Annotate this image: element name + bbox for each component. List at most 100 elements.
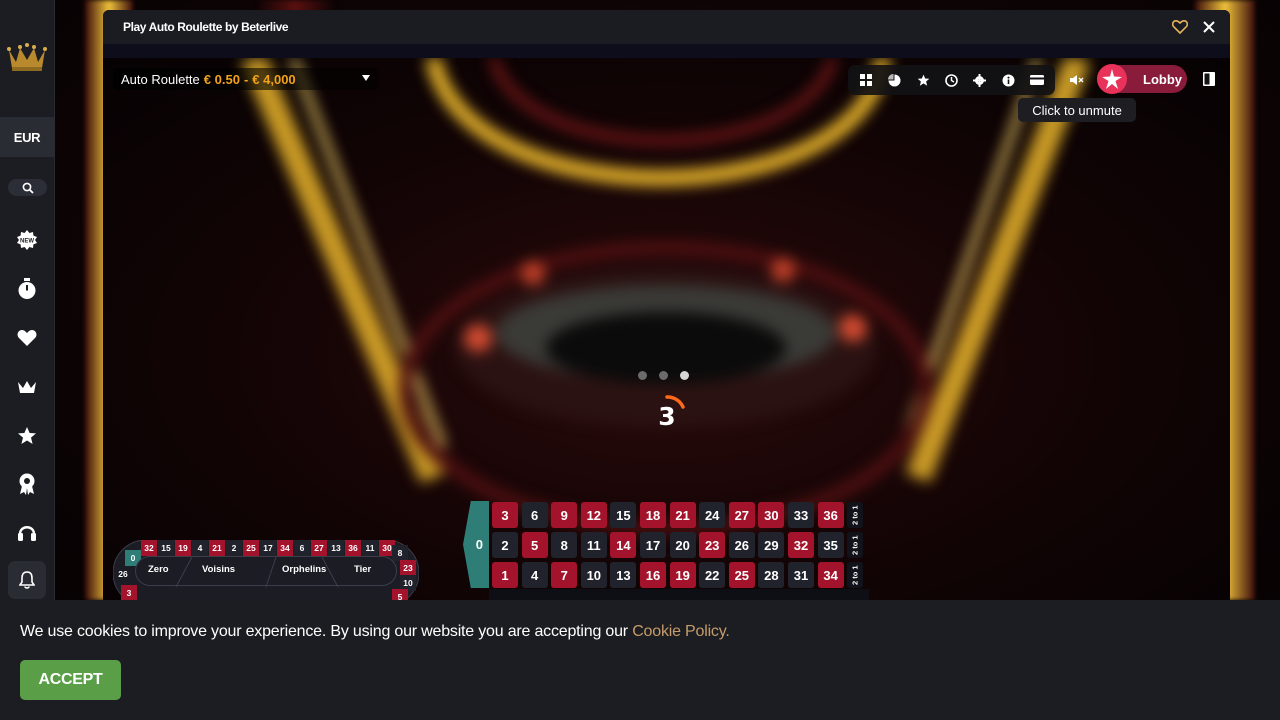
game-window: Play Auto Roulette by Beterlive Auto Rou…	[103, 10, 1230, 600]
racetrack-number[interactable]: 36	[345, 540, 361, 556]
betting-grid: 0 3 6 9 12 15 18 21 24 27 30 33 36 2 to 1 2 5 8 11 14 17 20…	[463, 499, 871, 600]
exit-game-button[interactable]	[1198, 68, 1220, 90]
number-cell[interactable]: 20	[669, 532, 696, 558]
number-cell[interactable]: 7	[551, 562, 578, 588]
racetrack-number[interactable]: 19	[175, 540, 191, 556]
number-cell[interactable]: 22	[699, 562, 726, 588]
number-cell[interactable]: 35	[817, 532, 844, 558]
game-stage: Auto Roulette € 0.50 - € 4,000 Lobby Cli…	[103, 58, 1230, 600]
number-cell[interactable]: 4	[521, 562, 548, 588]
bell-icon	[19, 571, 35, 589]
accept-cookies-button[interactable]: ACCEPT	[20, 660, 121, 700]
number-cell[interactable]: 26	[728, 532, 755, 558]
star-icon[interactable]	[15, 424, 39, 448]
racetrack[interactable]: 32 15 19 4 21 2 25 17 34 6 27 13 36 11 30 0 26 3 8 23 10 5 …	[113, 540, 419, 600]
number-cell[interactable]: 18	[640, 502, 666, 528]
number-cell[interactable]: 31	[788, 562, 814, 588]
number-cell[interactable]: 34	[817, 562, 844, 588]
racetrack-number[interactable]: 11	[362, 540, 378, 556]
number-cell[interactable]: 28	[758, 562, 785, 588]
mute-toggle[interactable]	[1065, 68, 1089, 92]
cookie-banner: We use cookies to improve your experienc…	[0, 600, 1280, 720]
number-cell[interactable]: 33	[788, 502, 814, 528]
timer-icon[interactable]	[15, 277, 39, 301]
award-icon[interactable]	[15, 472, 39, 496]
star-icon[interactable]	[911, 68, 935, 92]
racetrack-number[interactable]: 6	[294, 540, 310, 556]
racetrack-number[interactable]: 4	[192, 540, 208, 556]
close-button[interactable]	[1200, 18, 1218, 36]
racetrack-number[interactable]: 15	[158, 540, 174, 556]
heart-icon[interactable]	[15, 326, 39, 350]
headset-icon[interactable]	[15, 521, 39, 545]
sidebar: EUR NEW	[0, 0, 55, 600]
number-cell[interactable]: 19	[669, 562, 696, 588]
number-cell[interactable]: 21	[669, 502, 696, 528]
number-cell[interactable]: 32	[788, 532, 814, 558]
racetrack-number[interactable]: 34	[277, 540, 293, 556]
dozen-bets-row[interactable]	[489, 589, 869, 600]
settings-icon[interactable]	[968, 68, 992, 92]
number-cell[interactable]: 16	[640, 562, 666, 588]
racetrack-number[interactable]: 17	[260, 540, 276, 556]
currency-selector[interactable]: EUR	[0, 117, 54, 157]
info-icon[interactable]	[996, 68, 1020, 92]
number-cell[interactable]: 24	[699, 502, 726, 528]
number-cell[interactable]: 27	[728, 502, 755, 528]
number-cell[interactable]: 12	[580, 502, 607, 528]
crown-icon[interactable]	[15, 375, 39, 399]
notifications-button[interactable]	[8, 561, 46, 599]
sector-orphelins[interactable]: Orphelins	[282, 564, 326, 575]
number-cell[interactable]: 36	[817, 502, 844, 528]
number-cell[interactable]: 9	[551, 502, 578, 528]
number-cell[interactable]: 25	[728, 562, 755, 588]
search-button[interactable]	[8, 179, 47, 196]
number-cell[interactable]: 29	[758, 532, 785, 558]
number-cell[interactable]: 6	[521, 502, 548, 528]
table-selector[interactable]: Auto Roulette € 0.50 - € 4,000	[113, 68, 378, 90]
crown-logo-icon[interactable]	[6, 40, 48, 74]
number-cell[interactable]: 13	[610, 562, 637, 588]
racetrack-number[interactable]: 21	[209, 540, 225, 556]
favorite-button[interactable]	[1171, 18, 1189, 36]
racetrack-number[interactable]: 13	[328, 540, 344, 556]
number-cell[interactable]: 1	[492, 562, 518, 588]
column-bet-cell[interactable]: 2 to 1	[847, 562, 864, 588]
cookie-policy-link[interactable]: Cookie Policy.	[632, 623, 730, 640]
racetrack-number[interactable]: 2	[226, 540, 242, 556]
close-icon	[1203, 21, 1215, 33]
column-bet-cell[interactable]: 2 to 1	[847, 502, 864, 528]
number-cell[interactable]: 10	[580, 562, 607, 588]
grid-icon[interactable]	[854, 68, 878, 92]
sector-voisins[interactable]: Voisins	[202, 564, 235, 575]
number-cell[interactable]: 14	[610, 532, 637, 558]
new-games-icon[interactable]: NEW	[15, 228, 39, 252]
zero-cell[interactable]: 0	[463, 501, 489, 588]
number-cell[interactable]: 11	[580, 532, 607, 558]
game-toolbar	[848, 65, 1055, 95]
statistics-icon[interactable]	[883, 68, 907, 92]
racetrack-number[interactable]: 27	[311, 540, 327, 556]
number-cell[interactable]: 8	[551, 532, 578, 558]
sector-zero[interactable]: Zero	[148, 564, 169, 575]
racetrack-number[interactable]: 5	[392, 589, 408, 600]
chevron-down-icon	[362, 75, 370, 81]
number-cell[interactable]: 5	[521, 532, 548, 558]
number-cell[interactable]: 3	[492, 502, 518, 528]
racetrack-number[interactable]: 32	[141, 540, 157, 556]
number-cell[interactable]: 15	[610, 502, 637, 528]
number-cell[interactable]: 2	[492, 532, 518, 558]
sector-tier[interactable]: Tier	[354, 564, 371, 575]
number-cell[interactable]: 17	[640, 532, 666, 558]
racetrack-number[interactable]: 26	[115, 566, 131, 582]
wallet-icon[interactable]	[1025, 68, 1049, 92]
number-cell[interactable]: 30	[758, 502, 785, 528]
speaker-muted-icon	[1070, 75, 1084, 85]
racetrack-number[interactable]: 3	[121, 585, 137, 600]
history-icon[interactable]	[939, 68, 963, 92]
racetrack-number[interactable]: 23	[400, 560, 416, 576]
loading-dots	[638, 371, 698, 381]
number-cell[interactable]: 23	[699, 532, 726, 558]
racetrack-number[interactable]: 25	[243, 540, 259, 556]
column-bet-cell[interactable]: 2 to 1	[847, 532, 864, 558]
